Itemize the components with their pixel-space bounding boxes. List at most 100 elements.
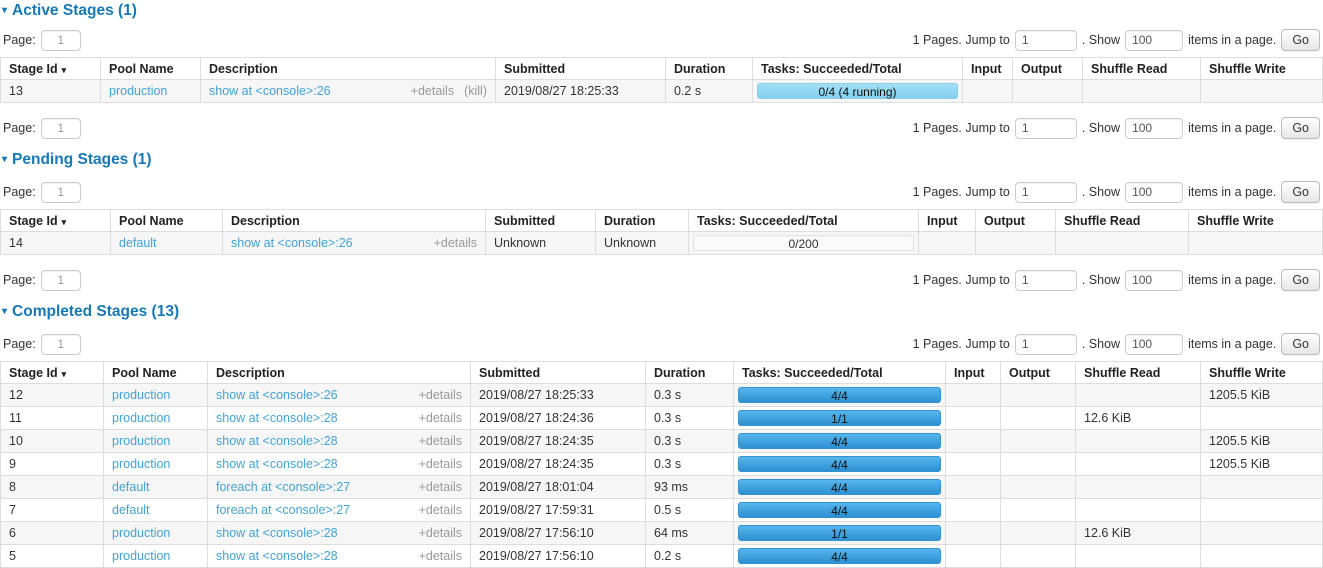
go-button[interactable]: Go [1281, 269, 1320, 291]
go-button[interactable]: Go [1281, 181, 1320, 203]
column-header-output[interactable]: Output [1013, 58, 1083, 80]
details-toggle[interactable]: +details [419, 411, 462, 425]
column-label: Shuffle Write [1209, 62, 1286, 76]
details-toggle[interactable]: +details [434, 236, 477, 250]
cell-shuffle-write: 1205.5 KiB [1201, 453, 1323, 476]
column-header-output[interactable]: Output [1001, 362, 1076, 384]
go-button[interactable]: Go [1281, 29, 1320, 51]
details-toggle[interactable]: +details [419, 388, 462, 402]
details-toggle[interactable]: +details [419, 457, 462, 471]
stage-description-link[interactable]: show at <console>:26 [209, 84, 401, 98]
items-per-page-input[interactable] [1125, 30, 1183, 51]
stage-description-link[interactable]: show at <console>:26 [231, 236, 424, 250]
details-toggle[interactable]: +details [419, 549, 462, 563]
section-heading-completed-stages[interactable]: ▾ Completed Stages (13) [2, 303, 1323, 320]
pool-link[interactable]: production [112, 388, 170, 402]
items-per-page-input[interactable] [1125, 334, 1183, 355]
cell-input [946, 499, 1001, 522]
cell-shuffle-read [1056, 232, 1189, 255]
cell-pool: production [104, 430, 208, 453]
pool-link[interactable]: production [112, 457, 170, 471]
column-header-shuffle-read[interactable]: Shuffle Read [1076, 362, 1201, 384]
column-header-description[interactable]: Description [223, 210, 486, 232]
items-per-page-input[interactable] [1125, 118, 1183, 139]
column-header-pool-name[interactable]: Pool Name [111, 210, 223, 232]
stage-description-link[interactable]: show at <console>:28 [216, 434, 409, 448]
column-header-stage-id[interactable]: Stage Id▾ [1, 58, 101, 80]
go-button[interactable]: Go [1281, 333, 1320, 355]
column-header-tasks-succeeded-total[interactable]: Tasks: Succeeded/Total [734, 362, 946, 384]
column-header-description[interactable]: Description [201, 58, 496, 80]
pool-link[interactable]: production [112, 411, 170, 425]
column-header-tasks-succeeded-total[interactable]: Tasks: Succeeded/Total [753, 58, 963, 80]
column-header-submitted[interactable]: Submitted [486, 210, 596, 232]
column-header-shuffle-read[interactable]: Shuffle Read [1083, 58, 1201, 80]
page-number-input[interactable] [41, 118, 81, 139]
kill-link[interactable]: (kill) [464, 84, 487, 98]
cell-tasks: 0/4 (4 running) [753, 80, 963, 103]
pool-link[interactable]: production [109, 84, 167, 98]
jump-to-page-input[interactable] [1015, 118, 1077, 139]
jump-to-page-input[interactable] [1015, 270, 1077, 291]
stage-description-link[interactable]: show at <console>:28 [216, 411, 409, 425]
pool-link[interactable]: production [112, 434, 170, 448]
jump-to-page-input[interactable] [1015, 30, 1077, 51]
page-number-input[interactable] [41, 270, 81, 291]
pool-link[interactable]: default [119, 236, 157, 250]
show-label: . Show [1082, 33, 1120, 47]
header-row: Stage Id▾Pool NameDescriptionSubmittedDu… [1, 58, 1323, 80]
pool-link[interactable]: production [112, 549, 170, 563]
details-toggle[interactable]: +details [419, 503, 462, 517]
column-header-description[interactable]: Description [208, 362, 471, 384]
page-number-input[interactable] [41, 334, 81, 355]
stage-description-link[interactable]: show at <console>:28 [216, 526, 409, 540]
column-header-shuffle-write[interactable]: Shuffle Write [1189, 210, 1323, 232]
column-header-stage-id[interactable]: Stage Id▾ [1, 362, 104, 384]
stage-description-link[interactable]: show at <console>:28 [216, 549, 409, 563]
column-label: Shuffle Read [1064, 214, 1140, 228]
column-header-shuffle-read[interactable]: Shuffle Read [1056, 210, 1189, 232]
pool-link[interactable]: production [112, 526, 170, 540]
column-header-shuffle-write[interactable]: Shuffle Write [1201, 58, 1323, 80]
task-progress-bar: 4/4 [738, 548, 941, 564]
pages-count-text: 1 Pages. Jump to [913, 121, 1010, 135]
column-header-input[interactable]: Input [919, 210, 976, 232]
cell-output [1013, 80, 1083, 103]
section-heading-pending-stages[interactable]: ▾ Pending Stages (1) [2, 151, 1323, 168]
page-number-input[interactable] [41, 30, 81, 51]
column-header-stage-id[interactable]: Stage Id▾ [1, 210, 111, 232]
go-button[interactable]: Go [1281, 117, 1320, 139]
items-per-page-label: items in a page. [1188, 337, 1276, 351]
details-toggle[interactable]: +details [419, 526, 462, 540]
column-header-pool-name[interactable]: Pool Name [101, 58, 201, 80]
stage-description-link[interactable]: show at <console>:28 [216, 457, 409, 471]
column-header-duration[interactable]: Duration [646, 362, 734, 384]
stage-description-link[interactable]: foreach at <console>:27 [216, 480, 409, 494]
jump-to-page-input[interactable] [1015, 334, 1077, 355]
cell-description: show at <console>:26 +details [223, 232, 486, 255]
column-header-submitted[interactable]: Submitted [471, 362, 646, 384]
column-header-tasks-succeeded-total[interactable]: Tasks: Succeeded/Total [689, 210, 919, 232]
items-per-page-input[interactable] [1125, 270, 1183, 291]
column-header-duration[interactable]: Duration [596, 210, 689, 232]
items-per-page-input[interactable] [1125, 182, 1183, 203]
details-toggle[interactable]: +details [419, 434, 462, 448]
column-header-shuffle-write[interactable]: Shuffle Write [1201, 362, 1323, 384]
section-heading-active-stages[interactable]: ▾ Active Stages (1) [2, 2, 1323, 19]
cell-pool: production [104, 407, 208, 430]
column-header-output[interactable]: Output [976, 210, 1056, 232]
details-toggle[interactable]: +details [411, 84, 454, 98]
stage-description-link[interactable]: show at <console>:26 [216, 388, 409, 402]
column-header-pool-name[interactable]: Pool Name [104, 362, 208, 384]
column-header-input[interactable]: Input [946, 362, 1001, 384]
column-header-input[interactable]: Input [963, 58, 1013, 80]
column-header-duration[interactable]: Duration [666, 58, 753, 80]
cell-pool: production [104, 545, 208, 568]
details-toggle[interactable]: +details [419, 480, 462, 494]
pool-link[interactable]: default [112, 503, 150, 517]
pool-link[interactable]: default [112, 480, 150, 494]
jump-to-page-input[interactable] [1015, 182, 1077, 203]
column-header-submitted[interactable]: Submitted [496, 58, 666, 80]
page-number-input[interactable] [41, 182, 81, 203]
stage-description-link[interactable]: foreach at <console>:27 [216, 503, 409, 517]
